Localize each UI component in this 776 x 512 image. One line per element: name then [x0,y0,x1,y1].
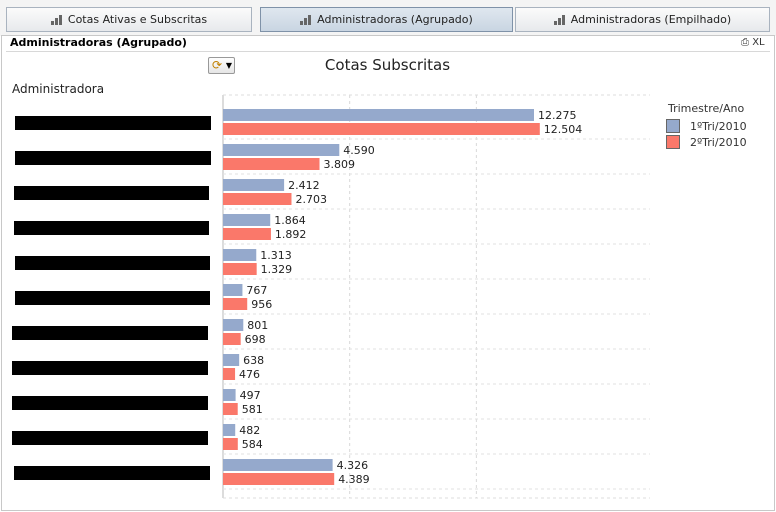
redacted-category-label [15,151,211,165]
bar-2-3 [223,193,292,205]
data-label: 1.329 [261,263,293,276]
data-label: 1.892 [275,228,307,241]
redacted-category-label [14,186,209,200]
data-label: 1.864 [274,214,306,227]
bar-1-11 [223,459,333,471]
data-label: 767 [246,284,267,297]
bar-1-1 [223,109,534,121]
bar-1-9 [223,389,236,401]
legend-swatch [666,135,680,149]
data-label: 3.809 [324,158,356,171]
bar-2-10 [223,438,238,450]
data-label: 581 [242,403,263,416]
legend-swatch [666,119,680,133]
redacted-category-label [14,221,209,235]
bar-1-7 [223,319,244,331]
data-label: 476 [239,368,260,381]
bar-1-3 [223,179,285,191]
bar-1-6 [223,284,243,296]
data-label: 1.313 [260,249,292,262]
redacted-category-label [12,431,208,445]
data-label: 584 [242,438,263,451]
bar-1-10 [223,424,236,436]
data-label: 698 [245,333,266,346]
data-label: 801 [247,319,268,332]
redacted-category-label [15,256,210,270]
redacted-category-label [14,466,210,480]
data-label: 12.275 [538,109,577,122]
legend-label: 2ºTri/2010 [690,136,747,149]
legend-label: 1ºTri/2010 [690,120,747,133]
data-label: 4.590 [343,144,375,157]
bar-1-5 [223,249,257,261]
bar-1-8 [223,354,240,366]
bar-2-11 [223,473,335,485]
bar-2-1 [223,123,540,135]
data-label: 12.504 [544,123,583,136]
bar-2-7 [223,333,241,345]
bar-1-4 [223,214,271,226]
data-label: 638 [243,354,264,367]
bar-2-6 [223,298,248,310]
redacted-category-label [12,361,208,375]
bar-2-9 [223,403,238,415]
data-label: 482 [239,424,260,437]
redacted-category-label [15,291,210,305]
data-label: 4.389 [338,473,370,486]
legend-title: Trimestre/Ano [668,102,745,115]
bar-1-2 [223,144,340,156]
bar-2-2 [223,158,320,170]
data-label: 2.412 [288,179,320,192]
redacted-category-label [12,396,208,410]
redacted-category-label [12,326,208,340]
data-label: 2.703 [295,193,327,206]
data-label: 4.326 [337,459,369,472]
bar-2-8 [223,368,236,380]
data-label: 497 [240,389,261,402]
redacted-category-label [15,116,211,130]
bar-2-4 [223,228,271,240]
bar-2-5 [223,263,257,275]
data-label: 956 [251,298,272,311]
